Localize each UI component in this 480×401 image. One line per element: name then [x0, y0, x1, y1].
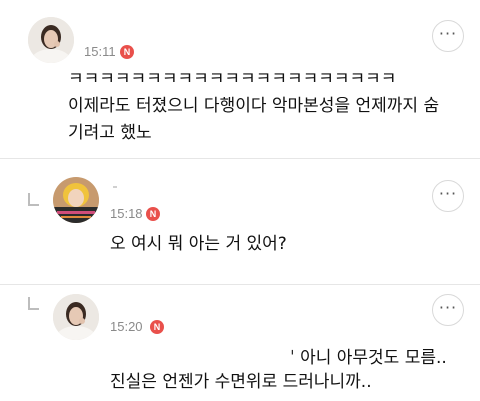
- reply-arrow-icon: [28, 193, 39, 206]
- new-badge: N: [150, 320, 164, 334]
- comment-text: 오 여시 뭐 아는 거 있어?: [110, 234, 287, 254]
- more-options-button[interactable]: ···: [432, 180, 464, 212]
- new-badge: N: [146, 207, 160, 221]
- reply-item: 15:20 N ··· ˈ 아니 아무것도 모름.. 진실은 언젠가 수면위로 …: [0, 285, 480, 401]
- more-options-button[interactable]: ···: [432, 294, 464, 326]
- comment-time: 15:18: [110, 206, 143, 221]
- comment-text: 진실은 언젠가 수면위로 드러나니까..: [110, 372, 372, 392]
- avatar[interactable]: [28, 17, 74, 63]
- comment-text: 이제라도 터졌으니 다행이다 악마본성을 언제까지 숨: [68, 96, 440, 116]
- comment-item: 15:11 N ··· ㅋㅋㅋㅋㅋㅋㅋㅋㅋㅋㅋㅋㅋㅋㅋㅋㅋㅋㅋㅋㅋ 이제라도 터…: [0, 0, 480, 160]
- more-options-button[interactable]: ···: [432, 20, 464, 52]
- comment-text: ㅋㅋㅋㅋㅋㅋㅋㅋㅋㅋㅋㅋㅋㅋㅋㅋㅋㅋㅋㅋㅋ: [68, 69, 397, 89]
- comment-text: ˈ 아니 아무것도 모름..: [290, 348, 447, 368]
- comment-time: 15:20: [110, 319, 143, 334]
- new-badge: N: [120, 45, 134, 59]
- comment-time: 15:11: [84, 44, 116, 59]
- comment-text: 기려고 했노: [68, 123, 152, 143]
- reply-arrow-icon: [28, 297, 39, 310]
- username-placeholder: [113, 186, 117, 188]
- avatar[interactable]: [53, 177, 99, 223]
- avatar[interactable]: [53, 294, 99, 340]
- reply-item: 15:18 N ··· 오 여시 뭐 아는 거 있어?: [0, 159, 480, 285]
